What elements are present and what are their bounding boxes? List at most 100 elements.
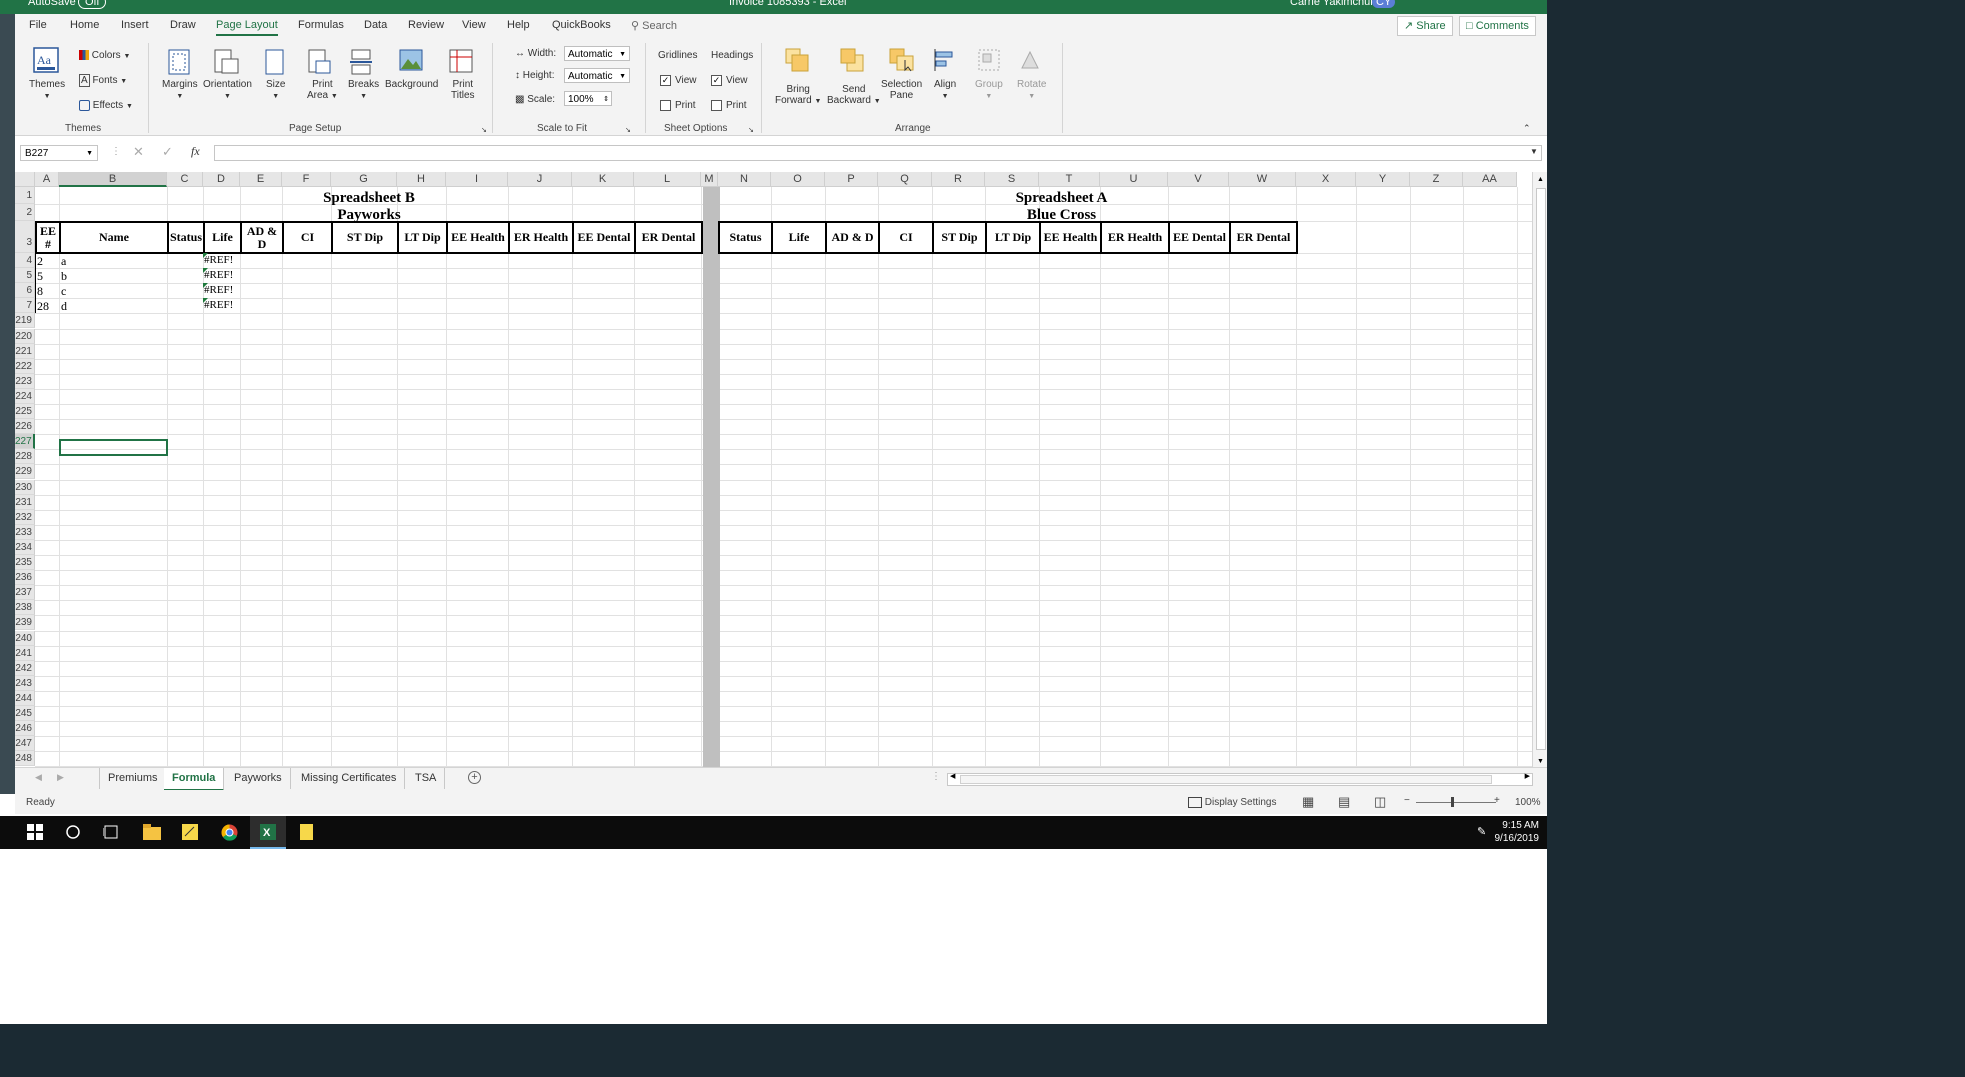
row-header-6[interactable]: 6 bbox=[15, 283, 35, 299]
row-header-3[interactable]: 3 bbox=[15, 221, 35, 253]
display-settings-button[interactable]: Display Settings bbox=[1188, 797, 1276, 808]
task-view-icon[interactable] bbox=[103, 824, 119, 840]
add-sheet-icon[interactable]: + bbox=[468, 771, 481, 784]
scrollbar-thumb[interactable] bbox=[1536, 188, 1546, 750]
system-clock[interactable]: 9:15 AM 9/16/2019 bbox=[1495, 819, 1540, 845]
effects-button[interactable]: Effects ▼ bbox=[79, 100, 133, 112]
headings-view-checkbox[interactable]: ✓ bbox=[711, 75, 722, 86]
headings-print-checkbox[interactable] bbox=[711, 100, 722, 111]
scale-to-fit-launcher[interactable]: ↘ bbox=[625, 125, 631, 136]
scroll-down-icon[interactable]: ▼ bbox=[1537, 758, 1544, 765]
sheet-tab-payworks[interactable]: Payworks bbox=[226, 768, 291, 789]
tab-home[interactable]: Home bbox=[70, 19, 99, 31]
column-header-q[interactable]: Q bbox=[878, 172, 932, 187]
column-header-m[interactable]: M bbox=[701, 172, 718, 187]
scroll-up-icon[interactable]: ▲ bbox=[1533, 176, 1547, 183]
page-layout-view-icon[interactable]: ▤ bbox=[1338, 794, 1350, 810]
row-header-243[interactable]: 243 bbox=[15, 675, 35, 691]
column-header-d[interactable]: D bbox=[203, 172, 240, 187]
row-header-242[interactable]: 242 bbox=[15, 660, 35, 676]
user-avatar[interactable]: CY bbox=[1372, 0, 1396, 8]
share-button[interactable]: ↗ Share bbox=[1397, 16, 1453, 36]
row-header-229[interactable]: 229 bbox=[15, 464, 35, 480]
column-header-a[interactable]: A bbox=[35, 172, 59, 187]
column-header-aa[interactable]: AA bbox=[1463, 172, 1517, 187]
row-header-238[interactable]: 238 bbox=[15, 600, 35, 616]
horizontal-scrollbar[interactable]: ◀ ▶ bbox=[947, 773, 1533, 786]
enter-icon[interactable]: ✓ bbox=[162, 145, 173, 158]
autosave-toggle[interactable]: Off bbox=[78, 0, 107, 9]
column-header-i[interactable]: I bbox=[446, 172, 508, 187]
column-header-e[interactable]: E bbox=[240, 172, 282, 187]
page-break-preview-icon[interactable]: ◫ bbox=[1374, 794, 1386, 810]
row-header-222[interactable]: 222 bbox=[15, 358, 35, 374]
row-header-5[interactable]: 5 bbox=[15, 268, 35, 284]
margins-button[interactable]: Margins ▼ bbox=[162, 79, 198, 102]
column-header-w[interactable]: W bbox=[1229, 172, 1296, 187]
horizontal-scroll-thumb[interactable] bbox=[960, 775, 1492, 784]
active-cell-b227[interactable] bbox=[59, 439, 168, 456]
scroll-left-icon[interactable]: ◀ bbox=[950, 772, 955, 780]
height-dropdown[interactable]: Automatic ▼ bbox=[564, 68, 630, 83]
row-header-220[interactable]: 220 bbox=[15, 328, 35, 344]
row-header-230[interactable]: 230 bbox=[15, 479, 35, 495]
column-header-s[interactable]: S bbox=[985, 172, 1039, 187]
tab-draw[interactable]: Draw bbox=[170, 19, 196, 31]
row-header-2[interactable]: 2 bbox=[15, 204, 35, 221]
tab-file[interactable]: File bbox=[29, 19, 47, 31]
row-header-219[interactable]: 219 bbox=[15, 313, 35, 329]
windows-start-icon[interactable] bbox=[27, 824, 43, 840]
chrome-icon[interactable] bbox=[221, 824, 238, 841]
cancel-icon[interactable]: ✕ bbox=[133, 145, 144, 158]
row-header-232[interactable]: 232 bbox=[15, 509, 35, 525]
selection-pane-button[interactable]: Selection Pane bbox=[881, 79, 922, 101]
cell-ee-number[interactable]: 8 bbox=[37, 284, 43, 299]
collapse-ribbon-icon[interactable]: ⌃ bbox=[1523, 123, 1531, 134]
orientation-button[interactable]: Orientation ▼ bbox=[203, 79, 252, 102]
tab-page-layout[interactable]: Page Layout bbox=[216, 19, 278, 36]
column-header-k[interactable]: K bbox=[572, 172, 634, 187]
column-header-u[interactable]: U bbox=[1100, 172, 1168, 187]
column-header-v[interactable]: V bbox=[1168, 172, 1229, 187]
row-header-239[interactable]: 239 bbox=[15, 615, 35, 631]
row-header-245[interactable]: 245 bbox=[15, 706, 35, 722]
send-backward-button[interactable]: Send Backward ▼ bbox=[827, 84, 881, 107]
search-box[interactable]: ⚲ Search bbox=[631, 19, 677, 32]
normal-view-icon[interactable]: ▦ bbox=[1302, 794, 1314, 810]
sticky-note-icon[interactable] bbox=[299, 824, 315, 840]
row-header-241[interactable]: 241 bbox=[15, 645, 35, 661]
row-header-223[interactable]: 223 bbox=[15, 373, 35, 389]
column-header-t[interactable]: T bbox=[1039, 172, 1100, 187]
tab-review[interactable]: Review bbox=[408, 19, 444, 31]
file-explorer-icon[interactable] bbox=[143, 824, 161, 840]
page-setup-launcher[interactable]: ↘ bbox=[481, 125, 487, 136]
rotate-button[interactable]: Rotate ▼ bbox=[1017, 79, 1046, 102]
width-dropdown[interactable]: Automatic ▼ bbox=[564, 46, 630, 61]
tab-data[interactable]: Data bbox=[364, 19, 387, 31]
sheet-tab-formula[interactable]: Formula bbox=[164, 768, 225, 791]
background-button[interactable]: Background bbox=[385, 79, 438, 90]
column-header-j[interactable]: J bbox=[508, 172, 572, 187]
expand-formula-bar-icon[interactable]: ▼ bbox=[1530, 146, 1538, 157]
tab-view[interactable]: View bbox=[462, 19, 486, 31]
row-header-248[interactable]: 248 bbox=[15, 751, 35, 767]
column-header-c[interactable]: C bbox=[167, 172, 203, 187]
cell-ee-number[interactable]: 5 bbox=[37, 269, 43, 284]
prev-sheet-icon[interactable]: ◀ bbox=[35, 772, 42, 783]
row-header-228[interactable]: 228 bbox=[15, 449, 35, 465]
row-header-246[interactable]: 246 bbox=[15, 721, 35, 737]
column-header-z[interactable]: Z bbox=[1410, 172, 1463, 187]
zoom-slider[interactable] bbox=[1416, 802, 1496, 803]
sheet-options-launcher[interactable]: ↘ bbox=[748, 125, 754, 136]
column-header-y[interactable]: Y bbox=[1356, 172, 1410, 187]
cell-name[interactable]: c bbox=[61, 284, 66, 299]
sheet-tab-premiums[interactable]: Premiums bbox=[99, 768, 167, 789]
tab-formulas[interactable]: Formulas bbox=[298, 19, 344, 31]
formula-input[interactable] bbox=[214, 145, 1542, 161]
cell-name[interactable]: a bbox=[61, 254, 66, 269]
row-header-231[interactable]: 231 bbox=[15, 494, 35, 510]
zoom-slider-thumb[interactable] bbox=[1451, 797, 1454, 807]
comments-button[interactable]: □ Comments bbox=[1459, 16, 1536, 36]
row-header-247[interactable]: 247 bbox=[15, 736, 35, 752]
cell-name[interactable]: b bbox=[61, 269, 67, 284]
